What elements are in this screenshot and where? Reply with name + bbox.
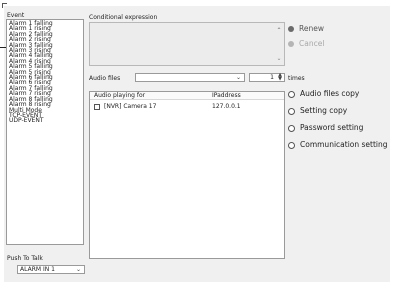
event-label: Event — [7, 12, 25, 19]
audio-target-table: Audio playing for IPaddress [NVR] Camera… — [89, 91, 285, 259]
cancel-button[interactable]: Cancel — [288, 39, 324, 49]
communication-setting-label: Communication setting — [300, 140, 388, 149]
event-list[interactable]: Alarm 1 falling Alarm 1 rising Alarm 2 f… — [6, 19, 84, 245]
push-to-talk-value: ALARM IN 1 — [20, 266, 55, 273]
repeat-count-value: 1 — [270, 74, 274, 81]
setting-copy-label: Setting copy — [300, 106, 348, 115]
push-to-talk-select[interactable]: ALARM IN 1 ⌄ — [17, 265, 85, 274]
push-to-talk-label: Push To Talk — [7, 255, 43, 262]
times-label: times — [288, 75, 305, 82]
password-setting-label: Password setting — [300, 123, 364, 132]
conditional-expression-field[interactable]: ⌃ ⌄ — [89, 22, 285, 66]
window-corner — [2, 3, 7, 8]
cancel-label: Cancel — [299, 39, 325, 48]
audio-files-copy-option[interactable]: Audio files copy — [288, 89, 359, 99]
scroll-up-icon[interactable]: ⌃ — [275, 27, 283, 35]
setting-copy-option[interactable]: Setting copy — [288, 106, 347, 116]
column-header-audio-playing-for[interactable]: Audio playing for — [94, 93, 145, 99]
row-camera-name: [NVR] Camera 17 — [104, 103, 157, 110]
password-setting-option[interactable]: Password setting — [288, 123, 363, 133]
radio-icon[interactable] — [288, 124, 295, 132]
row-ip-address: 127.0.0.1 — [212, 103, 241, 110]
scroll-down-icon[interactable]: ⌄ — [275, 55, 283, 63]
radio-icon[interactable] — [288, 90, 295, 98]
table-row[interactable]: [NVR] Camera 17 127.0.0.1 — [90, 103, 284, 111]
renew-button[interactable]: Renew — [288, 24, 324, 34]
chevron-down-icon[interactable]: ⌄ — [74, 266, 83, 273]
repeat-count-spinner[interactable]: 1 ▲ ▼ — [249, 73, 285, 82]
radio-icon[interactable] — [288, 107, 295, 115]
renew-label: Renew — [299, 24, 324, 33]
table-header: Audio playing for IPaddress — [90, 92, 284, 100]
communication-setting-option[interactable]: Communication setting — [288, 140, 388, 150]
row-checkbox[interactable] — [94, 104, 100, 110]
column-header-ipaddress[interactable]: IPaddress — [212, 93, 241, 99]
audio-files-select[interactable]: ⌄ — [135, 73, 245, 82]
event-item[interactable]: UDP-EVENT — [9, 118, 81, 124]
radio-icon[interactable] — [288, 141, 295, 149]
audio-files-copy-label: Audio files copy — [300, 89, 360, 98]
audio-files-label: Audio files — [89, 75, 121, 82]
spinner-arrows-icon[interactable]: ▲ ▼ — [276, 73, 284, 82]
bullet-icon — [288, 26, 294, 32]
conditional-label: Conditional expression — [89, 14, 158, 21]
bullet-icon — [288, 41, 294, 47]
chevron-down-icon[interactable]: ⌄ — [234, 74, 243, 81]
